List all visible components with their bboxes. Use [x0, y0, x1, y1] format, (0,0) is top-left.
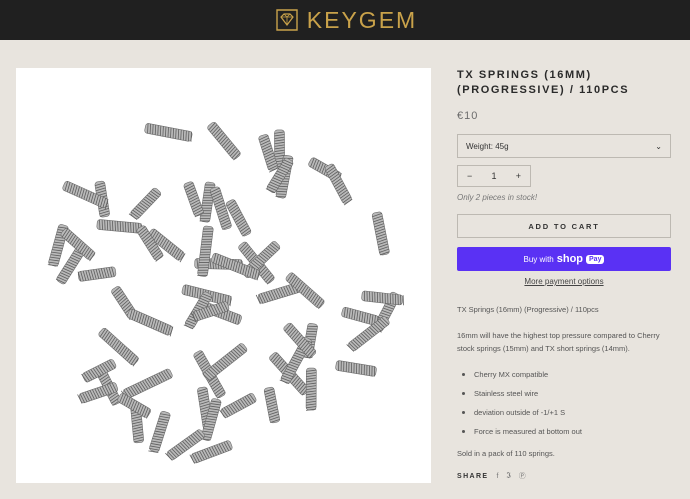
more-payment-options-link[interactable]: More payment options [457, 277, 671, 286]
spring [96, 219, 143, 234]
share-bar: SHARE f 𝕵 Ⓟ [457, 471, 671, 481]
product-info: TX SPRINGS (16MM) (PROGRESSIVE) / 110PCS… [457, 68, 671, 481]
spring [219, 393, 257, 419]
spring [324, 163, 353, 206]
spring [305, 367, 317, 411]
list-item: Cherry MX compatible [457, 368, 671, 381]
spring [341, 306, 379, 327]
spring [335, 360, 377, 377]
product-price: €10 [457, 110, 479, 122]
list-item: Force is measured at bottom out [457, 425, 671, 438]
feature-list: Cherry MX compatible Stainless steel wir… [457, 368, 671, 438]
spring [207, 121, 241, 161]
spring [128, 187, 162, 220]
list-item: Stainless steel wire [457, 387, 671, 400]
quantity-stepper: − 1 + [457, 165, 531, 187]
facebook-icon[interactable]: f [497, 473, 499, 480]
description-text: 16mm will have the highest top pressure … [457, 331, 660, 353]
buy-with-label: Buy with [523, 254, 554, 264]
product-description: TX Springs (16mm) (Progressive) / 110pcs… [457, 303, 671, 460]
spring [127, 308, 174, 337]
gem-icon [276, 9, 298, 31]
top-bar: KEYGEM [0, 0, 690, 40]
list-item: deviation outside of -1/+1 S [457, 406, 671, 419]
brand-logo[interactable]: KEYGEM [273, 6, 417, 34]
spring [144, 123, 193, 142]
pay-badge: Pay [586, 254, 605, 264]
variant-select[interactable]: Weight: 45g ⌄ [457, 134, 671, 158]
spring [361, 290, 404, 306]
plus-icon[interactable]: + [516, 171, 521, 181]
spring [371, 211, 390, 256]
quantity-value[interactable]: 1 [491, 171, 496, 181]
spring [197, 225, 214, 277]
description-title: TX Springs (16mm) (Progressive) / 110pcs [457, 305, 599, 314]
pack-info: Sold in a pack of 110 springs. [457, 449, 555, 458]
brand-name: KEYGEM [306, 6, 418, 33]
product-image[interactable] [16, 68, 431, 483]
spring [120, 368, 173, 400]
spring [202, 343, 248, 381]
shop-pay-button[interactable]: Buy with shop Pay [457, 247, 671, 271]
variant-select-value: Weight: 45g [466, 141, 509, 151]
spring [263, 386, 280, 424]
springs-photo [47, 121, 404, 464]
spring [77, 266, 117, 282]
shop-logo: shop [556, 253, 584, 265]
stock-notice: Only 2 pieces in stock! [457, 193, 538, 202]
share-label: SHARE [457, 472, 489, 480]
spring [98, 327, 139, 367]
spring [183, 181, 204, 218]
product-title: TX SPRINGS (16MM) (PROGRESSIVE) / 110PCS [457, 69, 630, 96]
pinterest-icon[interactable]: Ⓟ [519, 471, 526, 481]
twitter-icon[interactable]: 𝕵 [506, 472, 510, 480]
minus-icon[interactable]: − [467, 171, 472, 181]
chevron-down-icon: ⌄ [655, 141, 662, 151]
spring [148, 410, 171, 453]
add-to-cart-button[interactable]: ADD TO CART [457, 214, 671, 238]
